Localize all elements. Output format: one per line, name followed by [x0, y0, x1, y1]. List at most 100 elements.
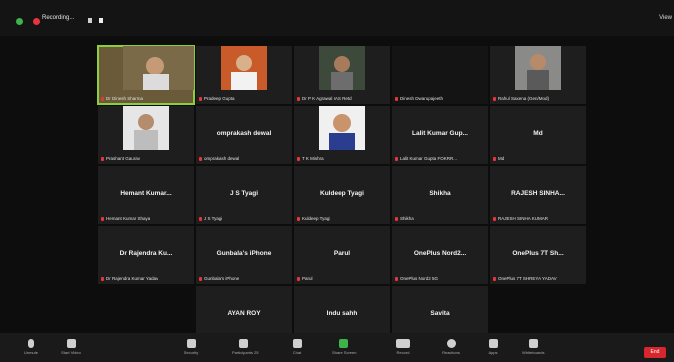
whiteboards-button[interactable]: Whiteboards	[522, 339, 544, 359]
participant-display-name: Hemant Kumar...	[120, 190, 172, 197]
participant-display-name: omprakash dewal	[216, 130, 272, 137]
participant-tile[interactable]: OnePlus 7T Sh... OnePlus 7T SHREYA YADAV	[490, 226, 586, 284]
participant-name: Hemant Kumar Shaya	[101, 216, 150, 221]
chat-button[interactable]: Chat	[286, 339, 308, 359]
participant-tile[interactable]: OnePlus Nord2... OnePlus Nord2 5G	[392, 226, 488, 284]
recording-label[interactable]: Recording...	[42, 15, 74, 21]
reactions-button[interactable]: Reactions	[440, 339, 462, 359]
participant-name: Pradeep Gupta	[199, 96, 235, 101]
participant-name: Prashant Gaurav	[101, 156, 140, 161]
participant-tile[interactable]: Dr Rajendra Ku... Dr Rajendra Kumar Yada…	[98, 226, 194, 284]
muted-mic-icon	[493, 276, 496, 281]
muted-mic-icon	[199, 276, 202, 281]
participant-tile[interactable]: T K Mishra	[294, 106, 390, 164]
participant-name: Dr Rajendra Kumar Yadav	[101, 276, 158, 281]
participant-name: Parul	[297, 276, 313, 281]
stop-recording-icon[interactable]	[99, 18, 103, 23]
participant-name: Dinesh Dwarupajeeth	[395, 96, 443, 101]
muted-mic-icon	[101, 96, 104, 101]
participant-tile[interactable]: Dr Dinesh Sharma	[97, 45, 195, 105]
participant-name: T K Mishra	[297, 156, 324, 161]
participant-tile[interactable]: omprakash dewal omprakash dewal	[196, 106, 292, 164]
participant-display-name: Kuldeep Tyagi	[320, 190, 364, 197]
shield-icon	[186, 339, 196, 348]
participant-tile[interactable]: J S Tyagi J S Tyagi	[196, 166, 292, 224]
muted-mic-icon	[395, 216, 398, 221]
participant-tile[interactable]: Kuldeep Tyagi Kuldeep Tyagi	[294, 166, 390, 224]
participant-display-name: Lalit Kumar Gup...	[412, 130, 468, 137]
muted-mic-icon	[395, 156, 398, 161]
participant-name: Gunbala's iPhone	[199, 276, 239, 281]
chat-icon	[292, 339, 302, 348]
unmute-button[interactable]: Unmute	[20, 339, 42, 359]
participant-tile[interactable]: Shikha Shikha	[392, 166, 488, 224]
security-shield-icon[interactable]	[16, 18, 23, 25]
participant-display-name: Dr Rajendra Ku...	[119, 250, 173, 257]
participant-video	[515, 46, 561, 90]
participant-display-name: OnePlus Nord2...	[413, 250, 467, 257]
muted-mic-icon	[199, 96, 202, 101]
participant-display-name: RAJESH SINHA...	[511, 190, 565, 197]
participant-photo	[319, 106, 365, 150]
participant-name: omprakash dewal	[199, 156, 239, 161]
start-video-button[interactable]: Start Video	[60, 339, 82, 359]
top-bar: Recording... View	[0, 0, 674, 36]
muted-mic-icon	[199, 156, 202, 161]
share-screen-button[interactable]: Share Screen	[332, 339, 356, 359]
participant-display-name: Shikha	[429, 190, 451, 197]
participant-name: RAJESH SINHA KUMAR	[493, 216, 548, 221]
meeting-toolbar: Unmute Start Video Security Participants…	[0, 333, 674, 362]
muted-mic-icon	[493, 96, 496, 101]
muted-mic-icon	[297, 216, 300, 221]
participants-icon	[238, 339, 248, 348]
participant-name: Kuldeep Tyagi	[297, 216, 330, 221]
participant-display-name: Indu sahh	[326, 310, 358, 317]
participant-display-name: Md	[533, 130, 543, 137]
participant-tile[interactable]: Prashant Gaurav	[98, 106, 194, 164]
participant-video	[319, 46, 365, 90]
end-meeting-button[interactable]: End	[644, 347, 666, 358]
security-button[interactable]: Security	[180, 339, 202, 359]
participant-photo	[221, 46, 267, 90]
participant-name: OnePlus Nord2 5G	[395, 276, 438, 281]
record-button[interactable]: Record	[392, 339, 414, 359]
participant-name: OnePlus 7T SHREYA YADAV	[493, 276, 557, 281]
muted-mic-icon	[101, 276, 104, 281]
participant-tile[interactable]: Gunbala's iPhone Gunbala's iPhone	[196, 226, 292, 284]
participant-name: J S Tyagi	[199, 216, 222, 221]
recording-dot-icon	[33, 18, 40, 25]
participant-display-name: Gunbala's iPhone	[216, 250, 272, 257]
apps-icon	[488, 339, 498, 348]
apps-button[interactable]: Apps	[482, 339, 504, 359]
participant-tile[interactable]: Rahul Saxena (Gen/Mod)	[490, 46, 586, 104]
participant-display-name: J S Tyagi	[229, 190, 259, 197]
participant-tile[interactable]: Dr P K Agrawal IAS Retd	[294, 46, 390, 104]
share-screen-icon	[338, 339, 348, 348]
muted-mic-icon	[395, 276, 398, 281]
muted-mic-icon	[199, 216, 202, 221]
participant-tile[interactable]: Hemant Kumar... Hemant Kumar Shaya	[98, 166, 194, 224]
participant-display-name: AYAN ROY	[227, 310, 261, 317]
pause-recording-icon[interactable]	[88, 18, 92, 23]
camera-icon	[66, 339, 76, 348]
participant-tile[interactable]: Md Md	[490, 106, 586, 164]
muted-mic-icon	[493, 216, 496, 221]
participant-tile[interactable]: Parul Parul	[294, 226, 390, 284]
participant-tile[interactable]: RAJESH SINHA... RAJESH SINHA KUMAR	[490, 166, 586, 224]
microphone-icon	[28, 339, 34, 348]
participant-tile[interactable]: Lalit Kumar Gup... Lalit Kumar Gupta FOK…	[392, 106, 488, 164]
whiteboard-icon	[528, 339, 538, 348]
participant-name: Md	[493, 156, 504, 161]
participants-button[interactable]: Participants 25	[232, 339, 258, 359]
record-icon	[396, 339, 410, 348]
participant-display-name: Savita	[430, 310, 450, 317]
participant-count: 25	[254, 350, 259, 355]
participant-tile[interactable]: Pradeep Gupta	[196, 46, 292, 104]
participant-name: Lalit Kumar Gupta FOKRR...	[395, 156, 457, 161]
view-button[interactable]: View	[659, 15, 672, 21]
muted-mic-icon	[101, 156, 104, 161]
participant-tile[interactable]: Dinesh Dwarupajeeth	[392, 46, 488, 104]
participant-name: Rahul Saxena (Gen/Mod)	[493, 96, 549, 101]
participant-display-name: OnePlus 7T Sh...	[512, 250, 564, 257]
muted-mic-icon	[297, 276, 300, 281]
